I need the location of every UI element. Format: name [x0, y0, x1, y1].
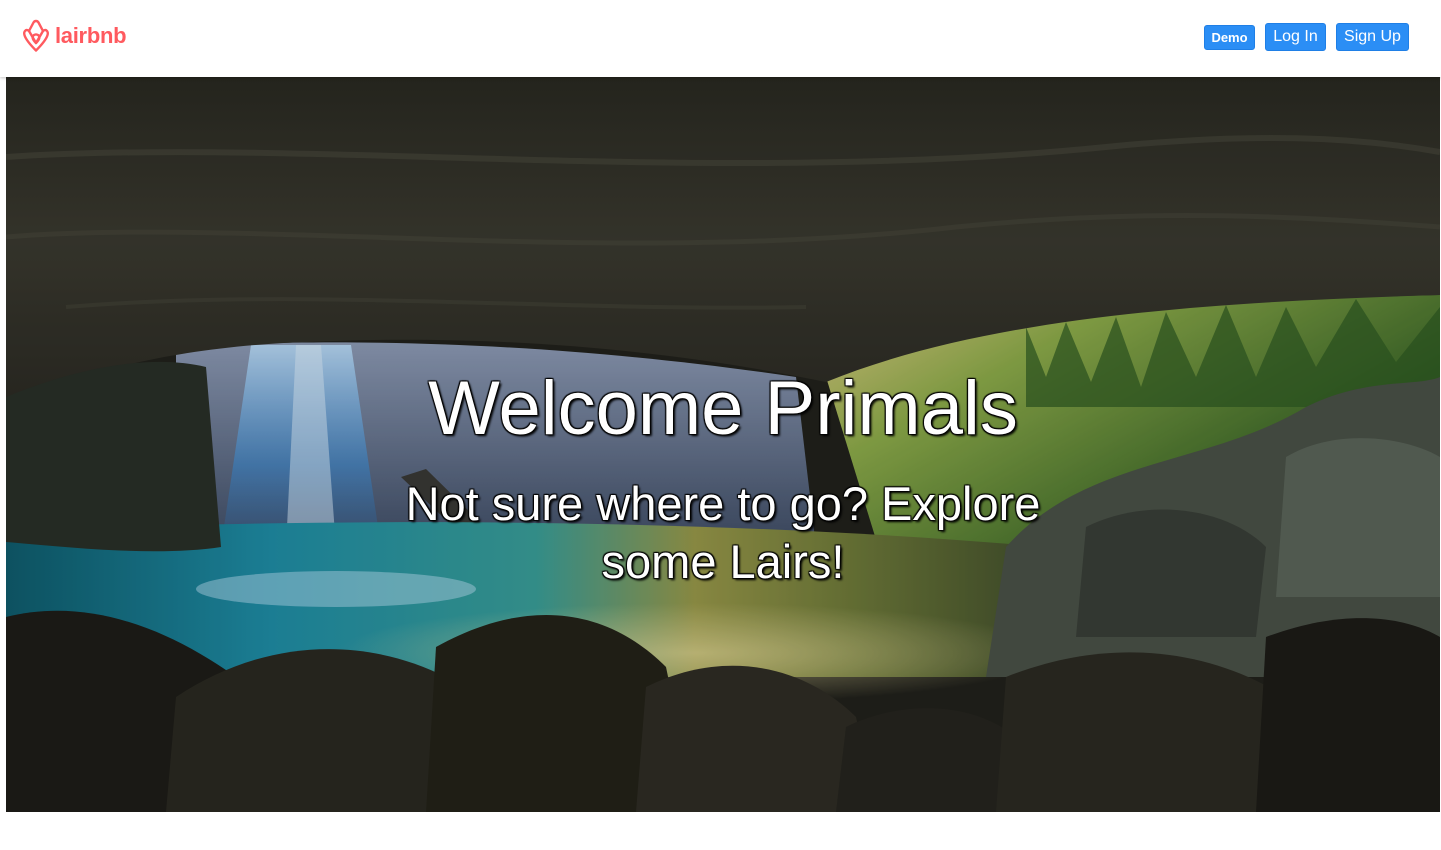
hero-banner: Welcome Primals Not sure where to go? Ex…: [6, 77, 1440, 812]
airbnb-belo-icon: [23, 19, 49, 52]
hero-title: Welcome Primals: [428, 366, 1018, 451]
login-button[interactable]: Log In: [1265, 23, 1326, 51]
hero-subtitle: Not sure where to go? Explore some Lairs…: [405, 477, 1041, 588]
top-navbar: lairbnb Demo Log In Sign Up: [0, 0, 1441, 77]
home-logo-link[interactable]: lairbnb: [20, 19, 127, 53]
brand-name: lairbnb: [55, 23, 127, 48]
demo-button[interactable]: Demo: [1204, 25, 1255, 50]
signup-button[interactable]: Sign Up: [1336, 23, 1409, 51]
